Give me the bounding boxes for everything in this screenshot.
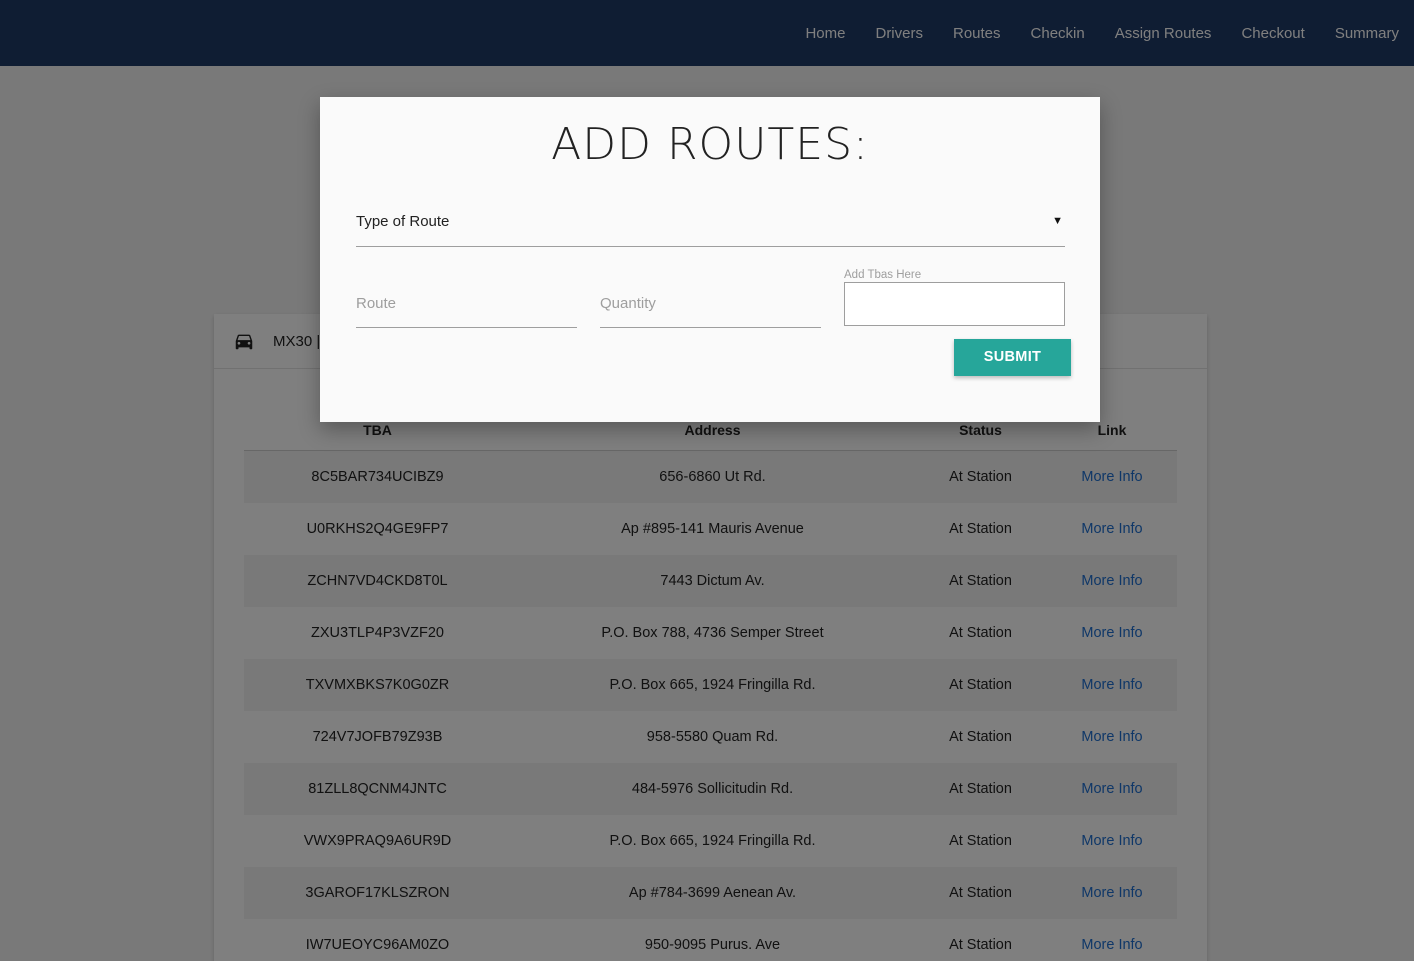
route-type-select[interactable]: Type of Route ▼ bbox=[356, 203, 1065, 247]
modal-title: ADD ROUTES: bbox=[551, 119, 869, 170]
quantity-input[interactable]: Quantity bbox=[600, 287, 821, 328]
submit-button[interactable]: SUBMIT bbox=[954, 339, 1071, 376]
route-input[interactable]: Route bbox=[356, 287, 577, 328]
tbas-textarea[interactable] bbox=[844, 282, 1065, 326]
dropdown-caret-icon: ▼ bbox=[1052, 215, 1063, 227]
add-routes-modal: ADD ROUTES: Type of Route ▼ Route Quanti… bbox=[320, 97, 1100, 422]
tbas-label: Add Tbas Here bbox=[844, 269, 922, 281]
route-type-label: Type of Route bbox=[356, 213, 450, 230]
